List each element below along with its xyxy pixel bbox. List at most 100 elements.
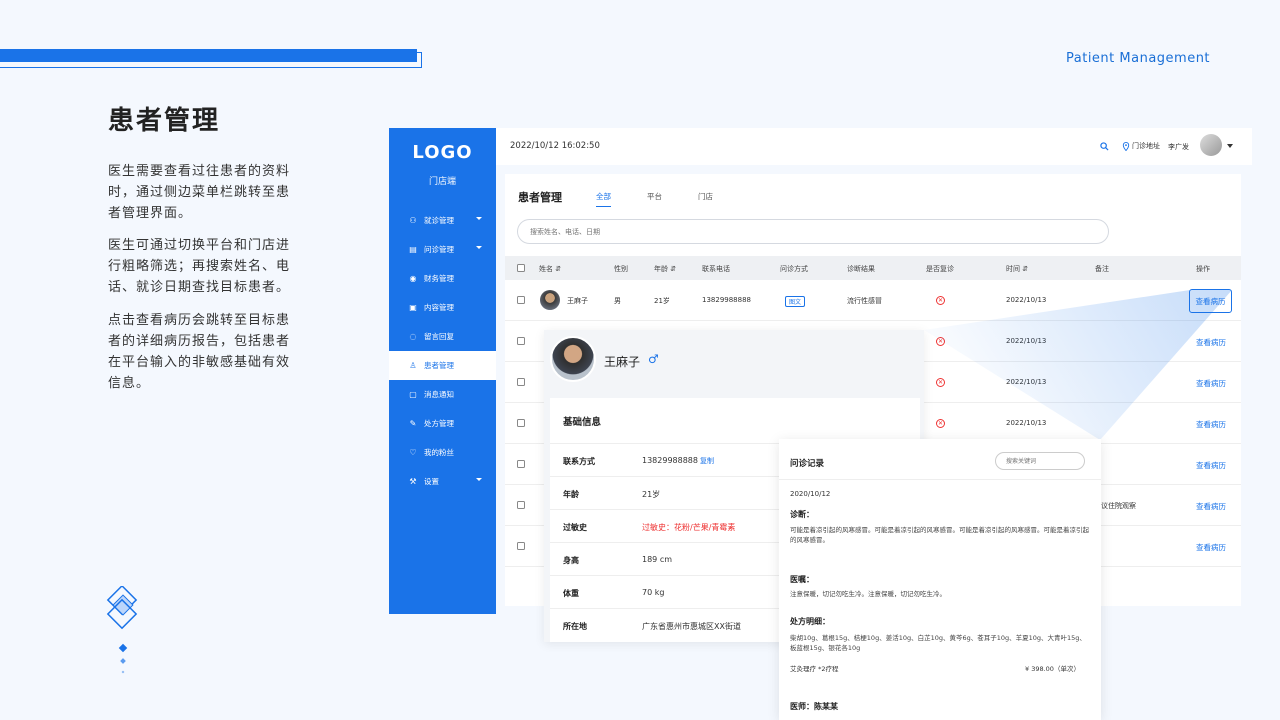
row-checkbox[interactable] bbox=[517, 378, 525, 386]
sidebar-item-patients[interactable]: ♙ 患者管理 bbox=[389, 351, 496, 380]
edit-icon: ✎ bbox=[409, 419, 417, 428]
sidebar-item-label: 留言回复 bbox=[424, 332, 454, 341]
fee-value: ¥ 398.00（单次） bbox=[1025, 665, 1080, 673]
sidebar-menu: ⚇ 就诊管理 ▤ 问诊管理 ◉ 财务管理 ▣ 内容管理 ◌ 留言回复 ♙ 患者管… bbox=[389, 206, 496, 496]
column-header-date[interactable]: 时间 ⇵ bbox=[1006, 264, 1028, 274]
chevron-down-icon bbox=[476, 246, 482, 249]
tab-store[interactable]: 门店 bbox=[698, 191, 713, 207]
view-record-link[interactable]: 查看病历 bbox=[1196, 337, 1226, 348]
diagnosis-text: 可能是着凉引起的风寒感冒。可能是着凉引起的风寒感冒。可能是着凉引起的风寒感冒。可… bbox=[790, 526, 1089, 544]
info-label: 体重 bbox=[563, 589, 579, 598]
info-value: 21岁 bbox=[642, 490, 661, 499]
sidebar-item-label: 患者管理 bbox=[424, 361, 454, 370]
sidebar-item-finance[interactable]: ◉ 财务管理 bbox=[389, 264, 496, 293]
sidebar-item-prescription[interactable]: ✎ 处方管理 bbox=[389, 409, 496, 438]
table-header: 姓名 ⇵ 性别 年龄 ⇵ 联系电话 问诊方式 诊断结果 是否复诊 时间 ⇵ 备注… bbox=[505, 256, 1241, 280]
column-header-method: 问诊方式 bbox=[780, 265, 808, 273]
prescription-text: 柴胡10g、葛根15g、桔梗10g、姜活10g、白芷10g、黄芩6g、苍耳子10… bbox=[790, 634, 1086, 652]
avatar bbox=[540, 290, 560, 310]
tab-platform[interactable]: 平台 bbox=[647, 191, 662, 207]
sidebar-item-label: 就诊管理 bbox=[424, 216, 454, 225]
sidebar-item-visit[interactable]: ⚇ 就诊管理 bbox=[389, 206, 496, 235]
search-icon[interactable] bbox=[1100, 142, 1109, 151]
info-value: 189 cm bbox=[642, 555, 673, 564]
consultation-record-card: 问诊记录 2020/10/12 诊断： 可能是着凉引起的风寒感冒。可能是着凉引起… bbox=[779, 439, 1101, 720]
info-label: 身高 bbox=[563, 556, 579, 565]
view-record-link[interactable]: 查看病历 bbox=[1196, 419, 1226, 430]
row-checkbox[interactable] bbox=[517, 460, 525, 468]
allergy-value: 过敏史：花粉/芒果/青霉素 bbox=[642, 523, 736, 532]
location-label: 门诊地址 bbox=[1132, 142, 1160, 150]
copy-button[interactable]: 复制 bbox=[700, 456, 714, 466]
document-icon: ▣ bbox=[409, 303, 417, 312]
prescription-heading: 处方明细： bbox=[790, 617, 830, 626]
row-checkbox[interactable] bbox=[517, 337, 525, 345]
sidebar-item-label: 财务管理 bbox=[424, 274, 454, 283]
row-checkbox[interactable] bbox=[517, 296, 525, 304]
tab-all[interactable]: 全部 bbox=[596, 191, 611, 207]
sidebar: LOGO 门店端 ⚇ 就诊管理 ▤ 问诊管理 ◉ 财务管理 ▣ 内容管理 ◌ 留… bbox=[389, 128, 496, 614]
sidebar-item-label: 问诊管理 bbox=[424, 245, 454, 254]
fee-label: 艾灸理疗 *2疗程 bbox=[790, 665, 839, 673]
advice-text: 注意保暖，切记勿吃生冷。注意保暖，切记勿吃生冷。 bbox=[790, 590, 946, 598]
divider bbox=[779, 479, 1101, 480]
row-checkbox[interactable] bbox=[517, 419, 525, 427]
info-label: 年龄 bbox=[563, 490, 579, 499]
revisit-no-icon: ✕ bbox=[936, 378, 945, 387]
chevron-down-icon[interactable] bbox=[1227, 144, 1233, 148]
info-value: 13829988888 bbox=[642, 456, 698, 465]
patient-name: 王麻子 bbox=[604, 355, 641, 369]
column-header-phone: 联系电话 bbox=[702, 265, 730, 273]
chat-icon: ◌ bbox=[409, 332, 417, 341]
datetime: 2022/10/12 16:02:50 bbox=[510, 141, 600, 151]
revisit-no-icon: ✕ bbox=[936, 296, 945, 305]
sidebar-item-settings[interactable]: ⚒ 设置 bbox=[389, 467, 496, 496]
column-header-name[interactable]: 姓名 ⇵ bbox=[539, 264, 561, 274]
view-record-link[interactable]: 查看病历 bbox=[1196, 378, 1226, 389]
column-header-action: 操作 bbox=[1196, 265, 1210, 273]
location-button[interactable]: 门诊地址 bbox=[1122, 141, 1160, 151]
column-header-revisit: 是否复诊 bbox=[926, 265, 954, 273]
username: 李广发 bbox=[1168, 143, 1189, 151]
view-record-button[interactable]: 查看病历 bbox=[1189, 289, 1232, 313]
column-header-age[interactable]: 年龄 ⇵ bbox=[654, 264, 676, 274]
sidebar-item-content[interactable]: ▣ 内容管理 bbox=[389, 293, 496, 322]
cell-note: 议住院观察 bbox=[1101, 502, 1136, 510]
cell-date: 2022/10/13 bbox=[1006, 337, 1047, 345]
advice-heading: 医嘱： bbox=[790, 575, 814, 584]
view-record-link[interactable]: 查看病历 bbox=[1196, 501, 1226, 512]
cell-name: 王麻子 bbox=[567, 297, 588, 305]
search-input[interactable] bbox=[517, 219, 1109, 244]
view-record-link[interactable]: 查看病历 bbox=[1196, 460, 1226, 471]
sidebar-item-label: 内容管理 bbox=[424, 303, 454, 312]
row-checkbox[interactable] bbox=[517, 501, 525, 509]
cell-gender: 男 bbox=[614, 297, 621, 305]
content-title: 患者管理 bbox=[518, 191, 562, 204]
message-icon: ▢ bbox=[409, 390, 417, 399]
avatar bbox=[550, 336, 596, 382]
sidebar-item-consult[interactable]: ▤ 问诊管理 bbox=[389, 235, 496, 264]
sidebar-item-reply[interactable]: ◌ 留言回复 bbox=[389, 322, 496, 351]
male-icon: ♂ bbox=[648, 352, 659, 366]
brand-english-title: Patient Management bbox=[1066, 51, 1211, 66]
record-search-input[interactable] bbox=[995, 452, 1085, 470]
sidebar-item-notify[interactable]: ▢ 消息通知 bbox=[389, 380, 496, 409]
record-title: 问诊记录 bbox=[790, 459, 825, 469]
sidebar-item-fans[interactable]: ♡ 我的粉丝 bbox=[389, 438, 496, 467]
sidebar-item-label: 处方管理 bbox=[424, 419, 454, 428]
chevron-down-icon bbox=[476, 478, 482, 481]
view-record-link[interactable]: 查看病历 bbox=[1196, 542, 1226, 553]
info-label: 过敏史 bbox=[563, 523, 587, 532]
select-all-checkbox[interactable] bbox=[517, 264, 525, 272]
info-label: 联系方式 bbox=[563, 457, 595, 466]
sidebar-item-label: 设置 bbox=[424, 477, 439, 486]
description-paragraph-3: 点击查看病历会跳转至目标患者的详细病历报告，包括患者在平台输入的非敏感基础有效信… bbox=[108, 313, 291, 391]
users-icon: ⚇ bbox=[409, 216, 417, 225]
description-paragraph-2: 医生可通过切换平台和门店进行粗略筛选；再搜索姓名、电话、就诊日期查找目标患者。 bbox=[108, 238, 291, 295]
diamond-decoration-icon bbox=[106, 586, 138, 674]
row-checkbox[interactable] bbox=[517, 542, 525, 550]
table-row: 王麻子 男 21岁 13829988888 图文 流行性感冒 ✕ 2022/10… bbox=[505, 280, 1241, 321]
revisit-no-icon: ✕ bbox=[936, 419, 945, 428]
avatar[interactable] bbox=[1200, 134, 1222, 156]
logo: LOGO bbox=[412, 142, 473, 163]
